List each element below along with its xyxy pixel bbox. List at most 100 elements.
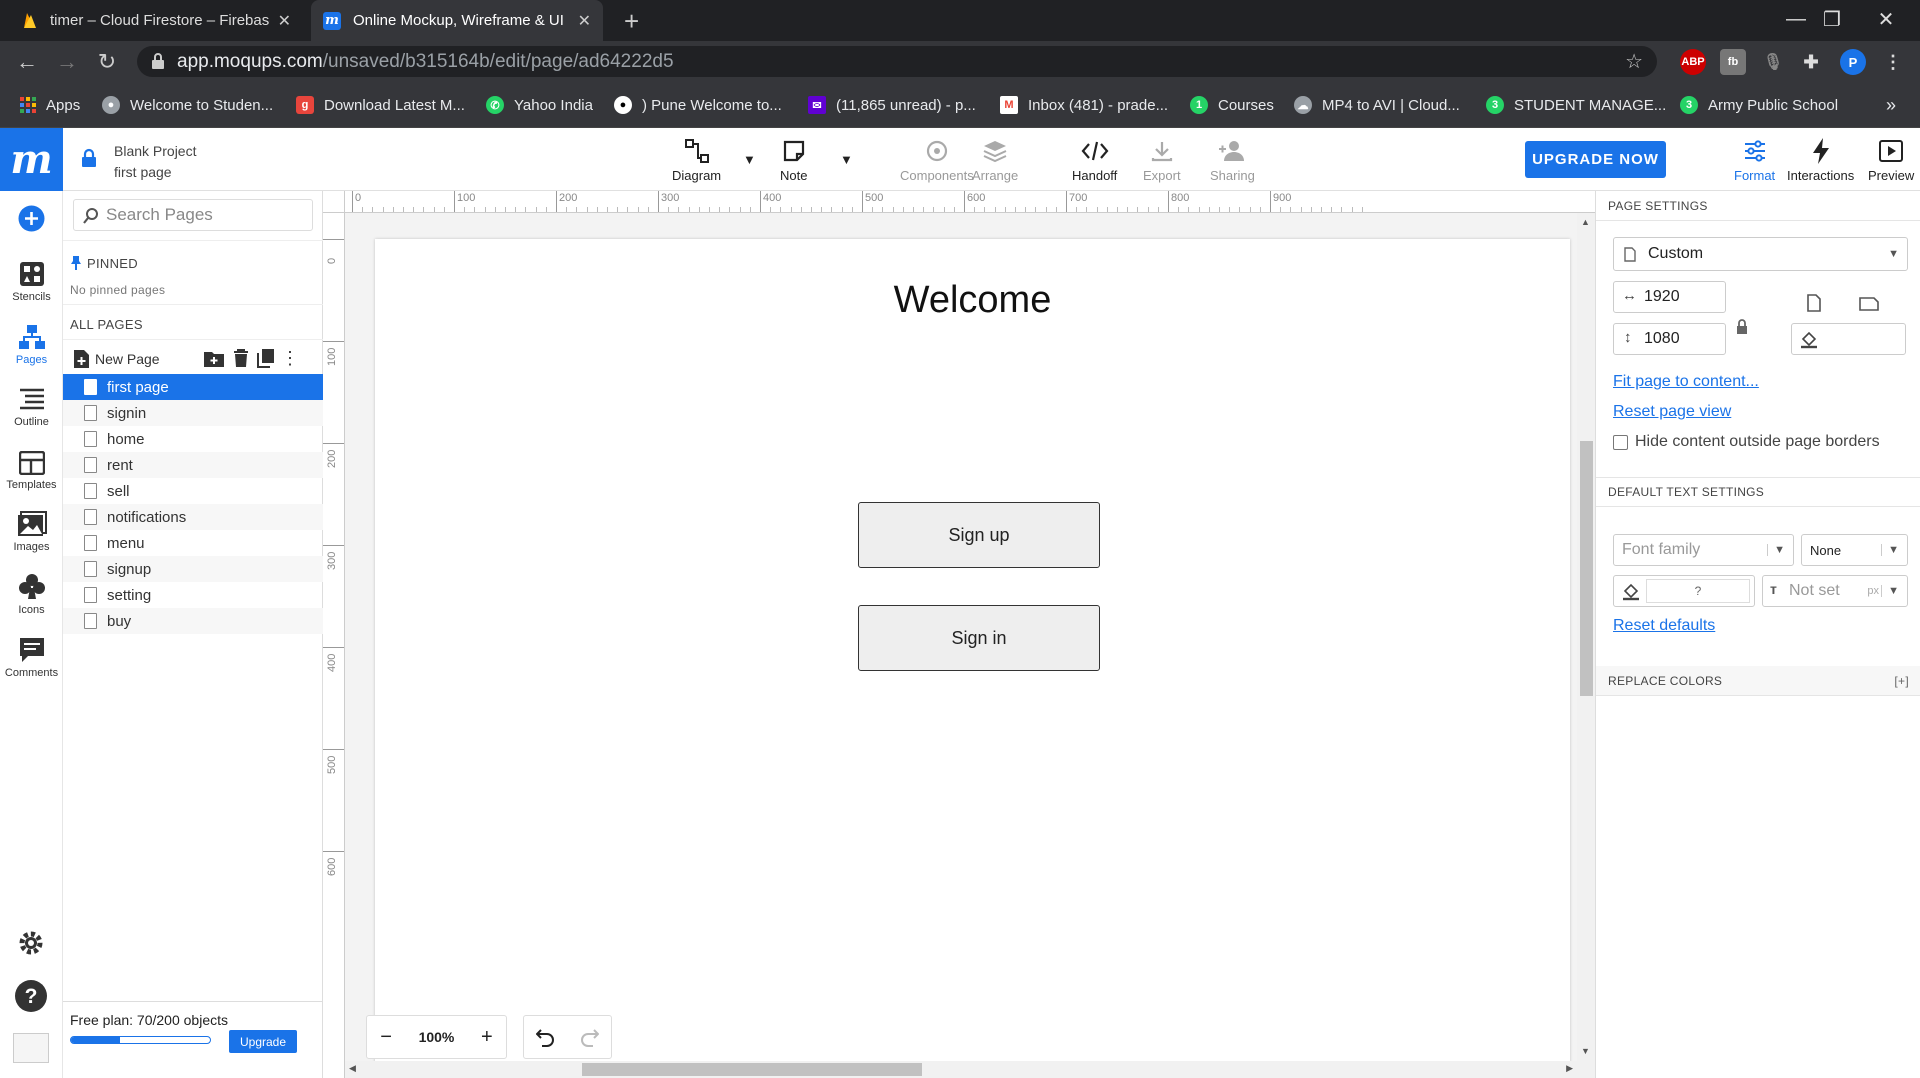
components-button[interactable]: Components xyxy=(900,134,974,183)
new-tab-button[interactable]: + xyxy=(624,6,639,37)
page-item[interactable]: buy xyxy=(63,608,323,634)
page-item[interactable]: rent xyxy=(63,452,323,478)
replace-colors-add-button[interactable]: [+] xyxy=(1894,674,1909,688)
undo-icon[interactable] xyxy=(535,1027,556,1047)
scroll-thumb[interactable] xyxy=(1580,441,1593,696)
bookmark-item[interactable]: 3 Army Public School xyxy=(1680,94,1838,116)
fit-page-link[interactable]: Fit page to content... xyxy=(1613,373,1759,391)
page-item[interactable]: home xyxy=(63,426,323,452)
scroll-right-icon[interactable]: ▶ xyxy=(1566,1063,1573,1074)
bookmark-star-icon[interactable]: ☆ xyxy=(1625,49,1643,74)
upgrade-button[interactable]: Upgrade xyxy=(229,1030,297,1053)
reset-page-view-link[interactable]: Reset page view xyxy=(1613,403,1731,421)
rail-outline[interactable]: Outline xyxy=(0,378,63,438)
font-family-select[interactable]: Font family ▼ xyxy=(1613,534,1794,566)
more-vertical-icon[interactable]: ⋮ xyxy=(281,348,299,368)
signin-mock-button[interactable]: Sign in xyxy=(858,605,1100,671)
page-item[interactable]: first page xyxy=(63,374,323,400)
microphone-icon[interactable]: 🎙 xyxy=(1760,49,1786,75)
delete-trash-icon[interactable] xyxy=(233,348,249,368)
bookmark-item[interactable]: ✆ Yahoo India xyxy=(486,94,593,116)
rail-templates[interactable]: Templates xyxy=(0,441,63,501)
scroll-down-icon[interactable]: ▼ xyxy=(1581,1046,1590,1056)
bookmark-item[interactable]: 3 STUDENT MANAGE... xyxy=(1486,94,1666,116)
text-color-picker[interactable]: ? xyxy=(1613,575,1755,607)
help-icon[interactable]: ? xyxy=(14,979,48,1013)
design-page[interactable]: Welcome Sign up Sign in xyxy=(375,239,1570,1078)
reload-icon[interactable]: ↻ xyxy=(92,47,122,77)
project-info[interactable]: Blank Project first page xyxy=(114,141,196,183)
adblock-icon[interactable]: ABP xyxy=(1680,49,1706,75)
duplicate-icon[interactable] xyxy=(257,348,275,368)
welcome-heading[interactable]: Welcome xyxy=(375,279,1570,322)
bookmark-item[interactable]: ● Welcome to Studen... xyxy=(102,94,273,116)
zoom-level[interactable]: 100% xyxy=(419,1029,455,1045)
add-icon[interactable] xyxy=(18,205,45,232)
page-item[interactable]: setting xyxy=(63,582,323,608)
arrange-button[interactable]: Arrange xyxy=(972,134,1018,183)
bookmark-item[interactable]: ✉ (11,865 unread) - p... xyxy=(808,94,976,116)
moqups-logo[interactable]: m xyxy=(0,128,63,191)
redo-icon[interactable] xyxy=(579,1027,600,1047)
landscape-orientation-icon[interactable] xyxy=(1859,297,1879,311)
settings-gear-icon[interactable] xyxy=(17,929,45,957)
note-dropdown-icon[interactable]: ▼ xyxy=(840,152,853,167)
close-tab-icon[interactable]: ✕ xyxy=(578,11,591,31)
bookmark-item[interactable]: g Download Latest M... xyxy=(296,94,465,116)
aspect-lock-icon[interactable] xyxy=(1736,319,1748,335)
canvas-area[interactable]: 0 100 200 300 400 500 600 700 800 900 0 100 200 300 4… xyxy=(323,191,1595,1078)
horizontal-scrollbar[interactable]: ◀ ▶ xyxy=(345,1061,1577,1078)
bookmark-item[interactable]: 1 Courses xyxy=(1190,94,1274,116)
handoff-button[interactable]: Handoff xyxy=(1072,134,1117,183)
bookmark-item[interactable]: ☁ MP4 to AVI | Cloud... xyxy=(1294,94,1460,116)
forward-icon[interactable]: → xyxy=(52,47,82,77)
page-background-color[interactable] xyxy=(1791,323,1906,355)
extensions-puzzle-icon[interactable]: ✚ xyxy=(1798,49,1824,75)
diagram-button[interactable]: Diagram xyxy=(672,134,721,183)
page-item[interactable]: signin xyxy=(63,400,323,426)
minimize-icon[interactable]: — xyxy=(1776,4,1816,34)
search-pages-input[interactable]: Search Pages xyxy=(73,199,313,231)
page-item[interactable]: sell xyxy=(63,478,323,504)
browser-tab-firebase[interactable]: timer – Cloud Firestore – Firebase ✕ xyxy=(10,0,303,41)
signup-mock-button[interactable]: Sign up xyxy=(858,502,1100,568)
page-width-input[interactable]: ↔ 1920 xyxy=(1613,281,1726,313)
page-height-input[interactable]: ↕ 1080 xyxy=(1613,323,1726,355)
rail-comments[interactable]: Comments xyxy=(0,629,63,689)
rail-stencils[interactable]: Stencils xyxy=(0,253,63,313)
maximize-icon[interactable]: ❐ xyxy=(1812,4,1852,34)
diagram-dropdown-icon[interactable]: ▼ xyxy=(743,152,756,167)
page-size-select[interactable]: Custom ▼ xyxy=(1613,237,1908,271)
browser-tab-moqups[interactable]: m Online Mockup, Wireframe & UI ✕ xyxy=(311,0,603,41)
sharing-button[interactable]: Sharing xyxy=(1210,134,1255,183)
format-tab[interactable]: Format xyxy=(1734,134,1775,183)
reset-defaults-link[interactable]: Reset defaults xyxy=(1613,617,1715,635)
close-window-icon[interactable]: ✕ xyxy=(1866,4,1906,34)
note-button[interactable]: Note xyxy=(780,134,807,183)
rail-icons[interactable]: Icons xyxy=(0,566,63,626)
new-folder-icon[interactable] xyxy=(203,348,225,368)
preview-tab[interactable]: Preview xyxy=(1868,134,1914,183)
rail-images[interactable]: Images xyxy=(0,503,63,563)
url-input[interactable]: app.moqups.com/unsaved/b315164b/edit/pag… xyxy=(137,46,1657,77)
bookmarks-overflow-button[interactable]: » xyxy=(1886,94,1896,116)
scroll-thumb[interactable] xyxy=(582,1063,922,1076)
bookmark-item[interactable]: M Inbox (481) - prade... xyxy=(1000,94,1168,116)
page-item[interactable]: menu xyxy=(63,530,323,556)
close-tab-icon[interactable]: ✕ xyxy=(278,11,291,31)
vertical-scrollbar[interactable]: ▲ ▼ xyxy=(1577,213,1595,1078)
upgrade-now-button[interactable]: UPGRADE NOW xyxy=(1525,141,1666,178)
export-button[interactable]: Export xyxy=(1143,134,1181,183)
interactions-tab[interactable]: Interactions xyxy=(1787,134,1854,183)
page-item[interactable]: notifications xyxy=(63,504,323,530)
zoom-out-button[interactable]: − xyxy=(380,1026,392,1049)
bookmark-apps[interactable]: Apps xyxy=(20,94,80,116)
hide-content-checkbox[interactable] xyxy=(1613,434,1628,450)
page-item[interactable]: signup xyxy=(63,556,323,582)
rail-pages[interactable]: Pages xyxy=(0,316,63,376)
extension-fb-icon[interactable]: fb xyxy=(1720,49,1746,75)
bookmark-item[interactable]: ●) Pune Welcome to... xyxy=(614,94,782,116)
back-icon[interactable]: ← xyxy=(12,47,42,77)
new-page-button[interactable]: New Page xyxy=(73,348,160,370)
scroll-up-icon[interactable]: ▲ xyxy=(1581,217,1590,227)
